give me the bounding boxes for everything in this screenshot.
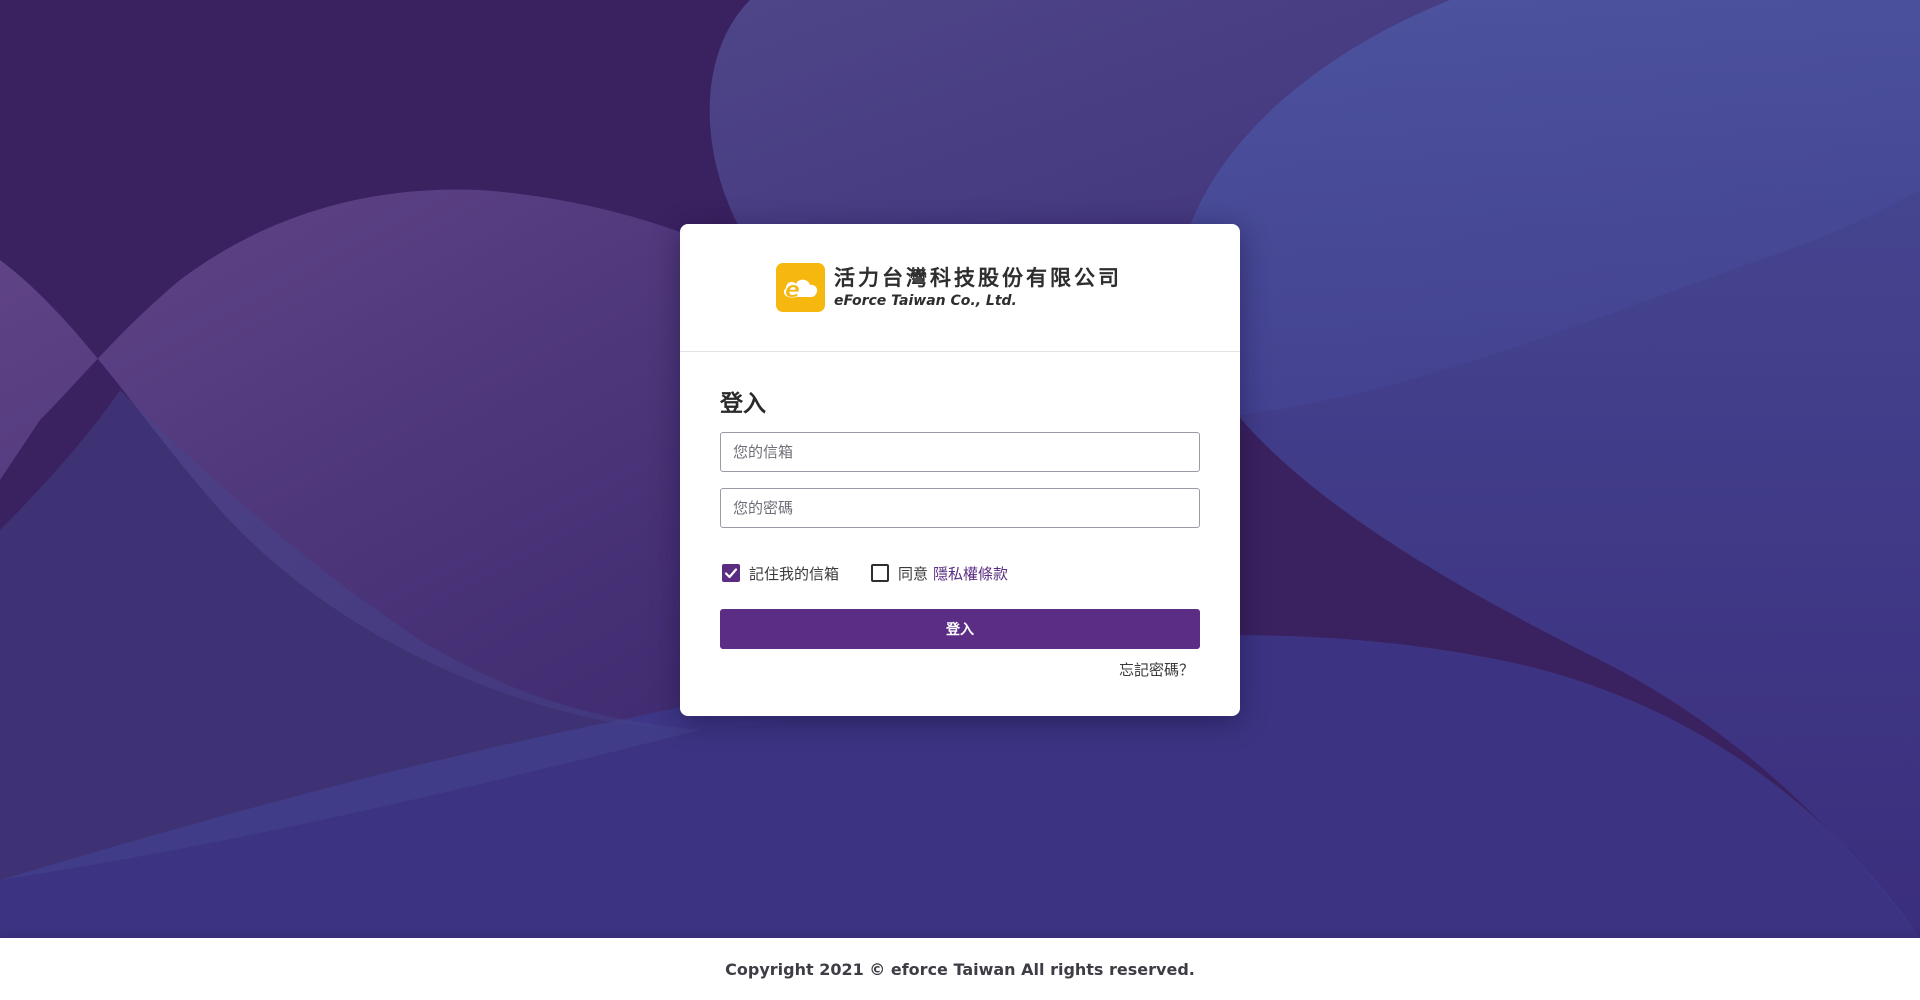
options-row: 記住我的信箱 同意 隱私權條款 (720, 562, 1200, 584)
login-card: e 活力台灣科技股份有限公司 eForce Taiwan Co., Ltd. 登… (680, 224, 1240, 716)
copyright-text: Copyright 2021 © eforce Taiwan All right… (725, 959, 1195, 979)
company-name-en: eForce Taiwan Co., Ltd. (834, 292, 1017, 309)
login-form: 登入 記住我的信箱 同意 隱私權條款 登入 忘記密碼？ (680, 352, 1240, 680)
forgot-password-link[interactable]: 忘記密碼？ (1119, 661, 1194, 679)
login-button[interactable]: 登入 (720, 609, 1200, 649)
agree-privacy-checkbox[interactable] (871, 564, 890, 582)
remember-email-checkbox[interactable] (722, 564, 740, 582)
remember-email-option[interactable]: 記住我的信箱 (720, 563, 839, 584)
remember-email-label: 記住我的信箱 (749, 564, 840, 583)
forgot-row: 忘記密碼？ (720, 659, 1200, 680)
login-title: 登入 (720, 391, 766, 417)
agree-label: 同意 (898, 564, 929, 583)
svg-text:e: e (785, 278, 800, 303)
checkmark-icon (724, 568, 738, 579)
company-name-zh: 活力台灣科技股份有限公司 (834, 265, 1122, 290)
email-field[interactable] (720, 432, 1200, 472)
company-name: 活力台灣科技股份有限公司 eForce Taiwan Co., Ltd. (834, 265, 1122, 311)
company-logo: e 活力台灣科技股份有限公司 eForce Taiwan Co., Ltd. (776, 263, 1122, 312)
password-field[interactable] (720, 488, 1200, 528)
card-header: e 活力台灣科技股份有限公司 eForce Taiwan Co., Ltd. (680, 224, 1240, 352)
privacy-policy-link[interactable]: 隱私權條款 (933, 563, 1008, 584)
cloud-e-logo-icon: e (776, 263, 825, 312)
agree-privacy-option[interactable]: 同意 隱私權條款 (869, 563, 1008, 584)
footer: Copyright 2021 © eforce Taiwan All right… (0, 938, 1920, 1000)
